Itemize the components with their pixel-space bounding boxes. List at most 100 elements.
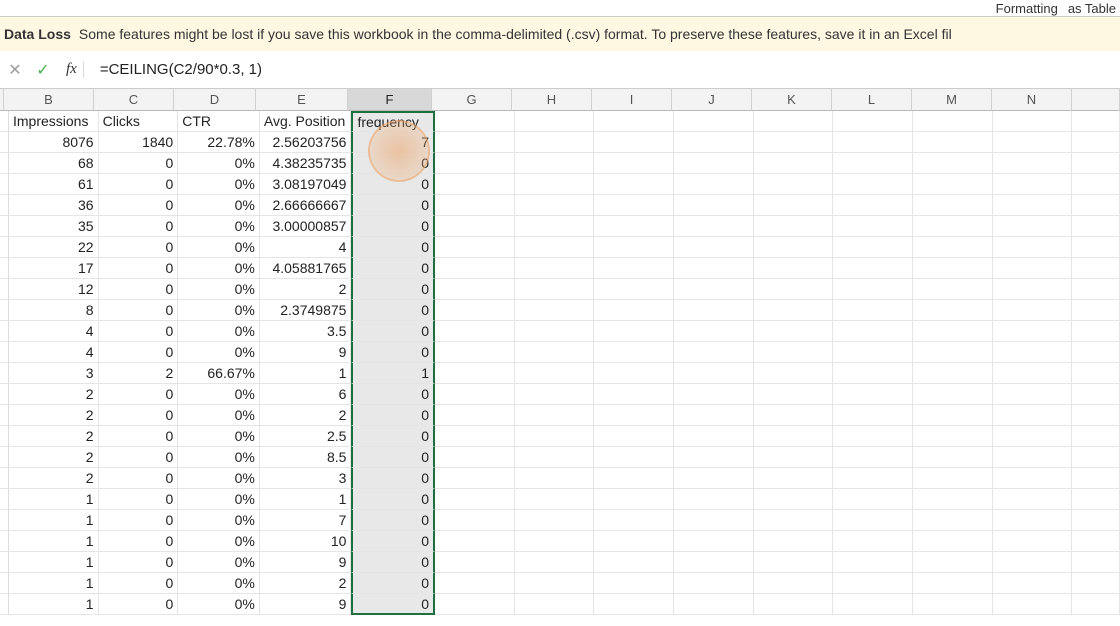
empty-cell[interactable] <box>913 153 993 174</box>
empty-cell[interactable] <box>515 342 595 363</box>
empty-cell[interactable] <box>515 363 595 384</box>
empty-cell[interactable] <box>754 195 834 216</box>
empty-cell[interactable] <box>993 258 1073 279</box>
formula-cancel-button[interactable]: ✕ <box>4 59 26 81</box>
cell-ctr[interactable]: 0% <box>178 237 260 258</box>
column-header-E[interactable]: E <box>256 89 348 111</box>
cell-frequency[interactable]: 0 <box>351 426 435 447</box>
cell-impressions[interactable]: 68 <box>9 153 99 174</box>
cell-clicks[interactable]: 0 <box>99 237 179 258</box>
cell-ctr[interactable]: 0% <box>178 195 260 216</box>
ribbon-formatting-label[interactable]: Formatting <box>996 1 1058 16</box>
empty-cell[interactable] <box>993 237 1073 258</box>
empty-cell[interactable] <box>594 384 674 405</box>
empty-cell[interactable] <box>833 279 913 300</box>
empty-cell[interactable] <box>993 216 1073 237</box>
empty-cell[interactable] <box>913 594 993 615</box>
row-edge[interactable] <box>0 279 9 300</box>
empty-cell[interactable] <box>1072 111 1120 132</box>
empty-cell[interactable] <box>833 552 913 573</box>
empty-cell[interactable] <box>515 426 595 447</box>
empty-cell[interactable] <box>833 573 913 594</box>
cell-frequency[interactable]: 0 <box>351 594 435 615</box>
empty-cell[interactable] <box>594 426 674 447</box>
empty-cell[interactable] <box>435 384 515 405</box>
empty-cell[interactable] <box>435 573 515 594</box>
empty-cell[interactable] <box>833 258 913 279</box>
cell-impressions[interactable]: 8076 <box>9 132 99 153</box>
cell-avgpos[interactable]: 9 <box>260 342 352 363</box>
empty-cell[interactable] <box>594 321 674 342</box>
cell-clicks[interactable]: 0 <box>99 216 179 237</box>
empty-cell[interactable] <box>754 111 834 132</box>
column-header-edge-right[interactable] <box>1072 89 1120 111</box>
empty-cell[interactable] <box>833 321 913 342</box>
empty-cell[interactable] <box>674 321 754 342</box>
cell-avgpos[interactable]: 2 <box>260 279 352 300</box>
cell-avgpos[interactable]: 9 <box>260 594 352 615</box>
empty-cell[interactable] <box>754 342 834 363</box>
row-edge[interactable] <box>0 531 9 552</box>
empty-cell[interactable] <box>833 300 913 321</box>
cell-impressions[interactable]: 1 <box>9 531 99 552</box>
empty-cell[interactable] <box>993 111 1073 132</box>
cell-frequency[interactable]: 0 <box>351 153 435 174</box>
cell-avgpos[interactable]: 6 <box>260 384 352 405</box>
cell-impressions[interactable]: 1 <box>9 594 99 615</box>
empty-cell[interactable] <box>515 111 595 132</box>
empty-cell[interactable] <box>1072 132 1120 153</box>
cell-avgpos[interactable]: 4 <box>260 237 352 258</box>
empty-cell[interactable] <box>515 531 595 552</box>
empty-cell[interactable] <box>515 216 595 237</box>
empty-cell[interactable] <box>1072 300 1120 321</box>
empty-cell[interactable] <box>833 594 913 615</box>
empty-cell[interactable] <box>435 153 515 174</box>
empty-cell[interactable] <box>515 489 595 510</box>
empty-cell[interactable] <box>1072 594 1120 615</box>
empty-cell[interactable] <box>913 384 993 405</box>
cell-avgpos[interactable]: 10 <box>260 531 352 552</box>
row-edge[interactable] <box>0 573 9 594</box>
empty-cell[interactable] <box>674 279 754 300</box>
empty-cell[interactable] <box>515 594 595 615</box>
empty-cell[interactable] <box>435 216 515 237</box>
empty-cell[interactable] <box>515 258 595 279</box>
cell-ctr[interactable]: 0% <box>178 321 260 342</box>
empty-cell[interactable] <box>594 111 674 132</box>
empty-cell[interactable] <box>833 468 913 489</box>
empty-cell[interactable] <box>594 363 674 384</box>
empty-cell[interactable] <box>515 321 595 342</box>
empty-cell[interactable] <box>674 594 754 615</box>
empty-cell[interactable] <box>754 489 834 510</box>
cell-clicks[interactable]: 0 <box>99 405 179 426</box>
empty-cell[interactable] <box>515 573 595 594</box>
cell-impressions[interactable]: 4 <box>9 342 99 363</box>
empty-cell[interactable] <box>993 363 1073 384</box>
empty-cell[interactable] <box>1072 552 1120 573</box>
cell-frequency[interactable]: 0 <box>351 489 435 510</box>
cell-frequency[interactable]: 0 <box>351 531 435 552</box>
cell-ctr[interactable]: 0% <box>178 279 260 300</box>
cell-impressions[interactable]: 8 <box>9 300 99 321</box>
cell-impressions[interactable]: 61 <box>9 174 99 195</box>
cell-avgpos[interactable]: 2 <box>260 573 352 594</box>
cell-ctr[interactable]: 0% <box>178 489 260 510</box>
empty-cell[interactable] <box>1072 258 1120 279</box>
cell-ctr[interactable]: 0% <box>178 342 260 363</box>
empty-cell[interactable] <box>993 447 1073 468</box>
cell-impressions[interactable]: 2 <box>9 426 99 447</box>
cell-frequency[interactable]: 0 <box>351 279 435 300</box>
cell-avgpos[interactable]: 2.3749875 <box>260 300 352 321</box>
empty-cell[interactable] <box>594 531 674 552</box>
empty-cell[interactable] <box>833 363 913 384</box>
empty-cell[interactable] <box>674 468 754 489</box>
formula-input[interactable]: =CEILING(C2/90*0.3, 1) <box>90 61 1116 78</box>
empty-cell[interactable] <box>1072 573 1120 594</box>
row-edge[interactable] <box>0 216 9 237</box>
empty-cell[interactable] <box>515 174 595 195</box>
empty-cell[interactable] <box>1072 384 1120 405</box>
empty-cell[interactable] <box>833 405 913 426</box>
column-header-G[interactable]: G <box>432 89 512 111</box>
cell-clicks[interactable]: 0 <box>99 195 179 216</box>
empty-cell[interactable] <box>674 510 754 531</box>
